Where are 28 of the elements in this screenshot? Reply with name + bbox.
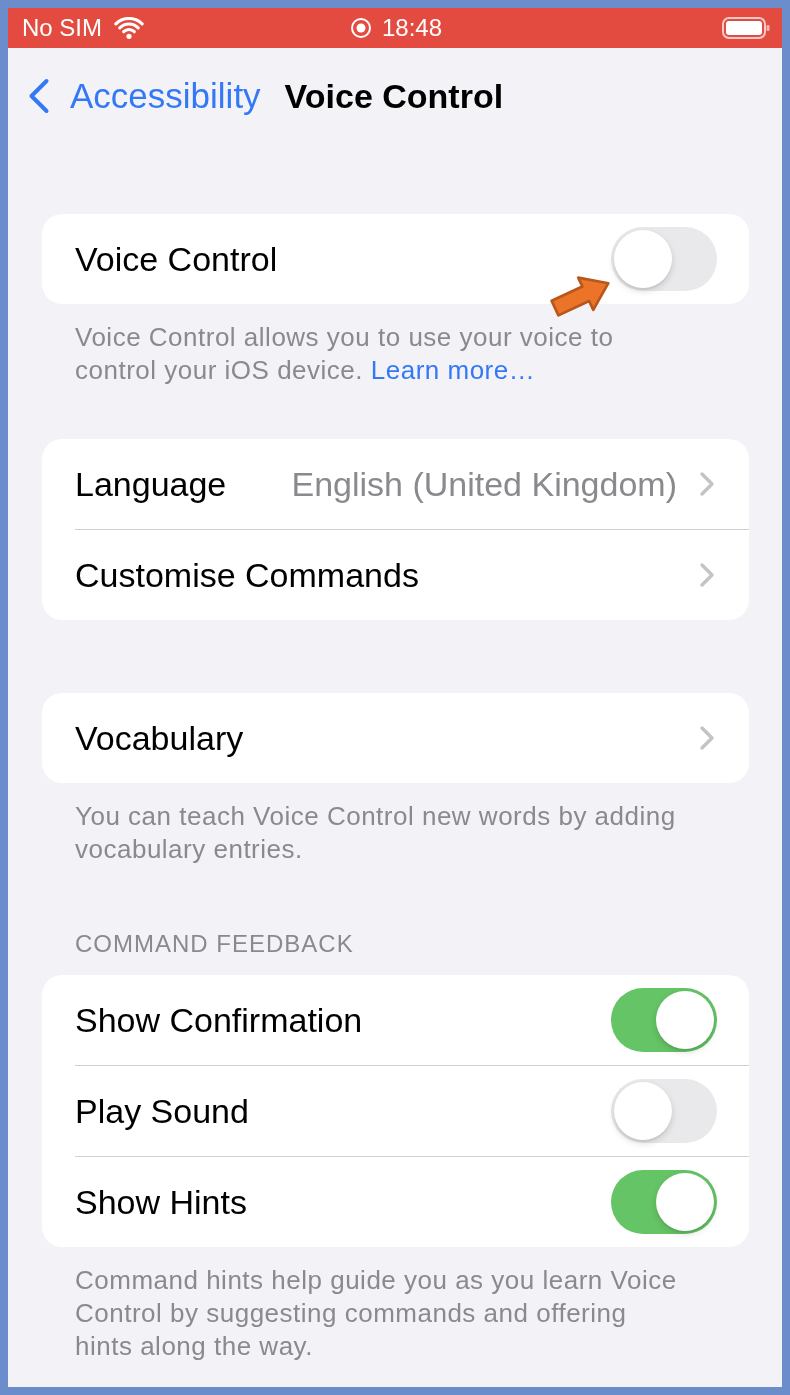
clock-time: 18:48 bbox=[381, 14, 443, 42]
carrier-text: No SIM bbox=[22, 14, 102, 42]
row-label: Language bbox=[75, 464, 227, 504]
row-label: Voice Control bbox=[75, 239, 278, 279]
back-button[interactable]: Accessibility bbox=[28, 75, 261, 117]
row-label: Play Sound bbox=[75, 1091, 249, 1131]
row-label: Show Confirmation bbox=[75, 1000, 363, 1040]
record-icon bbox=[349, 17, 372, 39]
chevron-right-icon[interactable] bbox=[699, 562, 715, 588]
toggle-switch[interactable] bbox=[611, 227, 717, 291]
learn-more-link[interactable]: Learn more… bbox=[370, 355, 536, 385]
row-value: English (United Kingdom) bbox=[291, 464, 677, 504]
chevron-right-icon[interactable] bbox=[699, 471, 715, 497]
section-header: COMMAND FEEDBACK bbox=[75, 930, 354, 958]
toggle-switch[interactable] bbox=[611, 1170, 717, 1234]
toggle-switch[interactable] bbox=[611, 1079, 717, 1143]
footer-text: Voice Control allows you to use your voice to control your iOS device. Learn more… bbox=[75, 321, 615, 387]
row-label: Show Hints bbox=[75, 1182, 247, 1222]
toggle-switch[interactable] bbox=[611, 988, 717, 1052]
chevron-left-icon bbox=[28, 78, 50, 114]
chevron-right-icon[interactable] bbox=[699, 725, 715, 751]
footer-text: Command hints help guide you as you learn Voice Control by suggesting commands and offering hints along the way. bbox=[75, 1264, 678, 1363]
row-label: Vocabulary bbox=[75, 718, 244, 758]
nav-title: Voice Control bbox=[284, 76, 504, 117]
battery-icon bbox=[722, 17, 770, 39]
row-label: Customise Commands bbox=[75, 555, 419, 595]
footer-text: You can teach Voice Control new words by adding vocabulary entries. bbox=[75, 800, 677, 866]
wifi-icon bbox=[114, 17, 144, 39]
